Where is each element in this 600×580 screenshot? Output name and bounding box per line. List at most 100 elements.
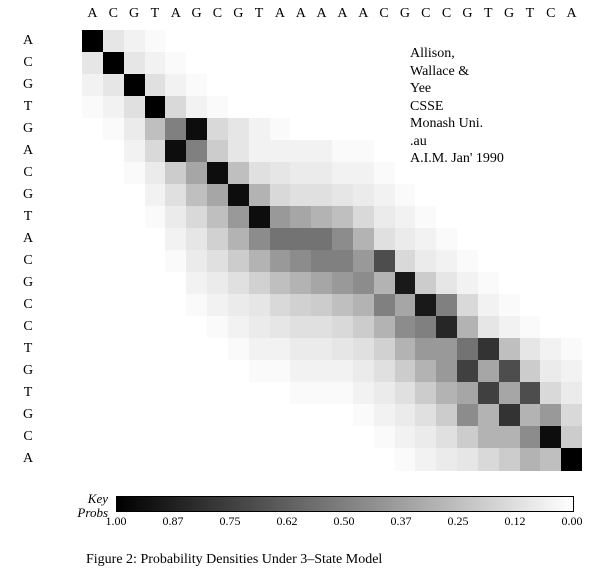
heatmap-cell: [353, 404, 374, 427]
heatmap-cell: [353, 448, 374, 471]
heatmap-cell: [270, 184, 291, 207]
heatmap-cell: [332, 96, 353, 119]
x-tick-label: G: [192, 6, 202, 22]
heatmap-cell: [311, 118, 332, 141]
heatmap-cell: [332, 140, 353, 163]
heatmap-cell: [415, 360, 436, 383]
heatmap-cell: [186, 426, 207, 449]
heatmap-cell: [540, 294, 561, 317]
heatmap-cell: [457, 426, 478, 449]
heatmap-cell: [228, 74, 249, 97]
heatmap-cell: [249, 250, 270, 273]
y-tick-label: G: [20, 363, 36, 379]
heatmap-cell: [186, 250, 207, 273]
heatmap-cell: [478, 448, 499, 471]
heatmap-cell: [520, 426, 541, 449]
heatmap-cell: [436, 404, 457, 427]
heatmap-cell: [290, 140, 311, 163]
y-tick-label: A: [20, 231, 36, 247]
heatmap-cell: [374, 30, 395, 53]
heatmap-cell: [270, 206, 291, 229]
heatmap-cell: [207, 162, 228, 185]
heatmap-cell: [82, 382, 103, 405]
heatmap-cell: [457, 404, 478, 427]
heatmap-cell: [311, 294, 332, 317]
heatmap-cell: [186, 118, 207, 141]
heatmap-cell: [165, 162, 186, 185]
heatmap-cell: [228, 338, 249, 361]
x-tick-label: G: [400, 6, 410, 22]
y-tick-label: G: [20, 275, 36, 291]
heatmap-cell: [353, 382, 374, 405]
heatmap-cell: [165, 272, 186, 295]
heatmap-cell: [478, 206, 499, 229]
heatmap-cell: [186, 272, 207, 295]
heatmap-cell: [145, 184, 166, 207]
heatmap-cell: [186, 30, 207, 53]
colorbar-title-line1: Key: [88, 491, 108, 506]
figure-stage: ACGTAGCGTAAAAACGCCGTGTCA ACGTGACGTACGCCT…: [0, 0, 600, 580]
heatmap-cell: [228, 448, 249, 471]
heatmap-cell: [207, 426, 228, 449]
heatmap-cell: [145, 140, 166, 163]
heatmap-cell: [540, 228, 561, 251]
heatmap-cell: [457, 272, 478, 295]
heatmap-cell: [436, 206, 457, 229]
heatmap-cell: [82, 96, 103, 119]
heatmap-cell: [165, 52, 186, 75]
colorbar-tick-label: 1.00: [106, 514, 127, 529]
x-tick-label: T: [255, 6, 264, 22]
heatmap-cell: [540, 272, 561, 295]
x-tick-label: A: [296, 6, 306, 22]
y-tick-label: C: [20, 165, 36, 181]
heatmap-cell: [415, 294, 436, 317]
heatmap-cell: [561, 228, 582, 251]
heatmap-cell: [395, 250, 416, 273]
heatmap-cell: [124, 184, 145, 207]
heatmap-cell: [270, 294, 291, 317]
heatmap-cell: [228, 250, 249, 273]
y-tick-label: T: [20, 341, 36, 357]
heatmap-cell: [353, 360, 374, 383]
heatmap-cell: [249, 316, 270, 339]
heatmap-cell: [249, 140, 270, 163]
heatmap-cell: [436, 272, 457, 295]
heatmap-cell: [124, 228, 145, 251]
heatmap-cell: [186, 382, 207, 405]
heatmap-cell: [207, 74, 228, 97]
heatmap-cell: [103, 96, 124, 119]
heatmap-cell: [332, 404, 353, 427]
heatmap-cell: [124, 404, 145, 427]
heatmap-cell: [82, 338, 103, 361]
heatmap-cell: [165, 382, 186, 405]
heatmap-cell: [311, 316, 332, 339]
attrib-line: .au: [410, 133, 570, 151]
heatmap-cell: [124, 250, 145, 273]
heatmap-cell: [353, 184, 374, 207]
heatmap-cell: [270, 118, 291, 141]
attribution-block: Allison, Wallace & Yee CSSE Monash Uni. …: [410, 45, 570, 168]
heatmap-cell: [290, 74, 311, 97]
heatmap-cell: [457, 360, 478, 383]
heatmap-cell: [270, 382, 291, 405]
heatmap-cell: [478, 404, 499, 427]
heatmap-cell: [499, 360, 520, 383]
heatmap-cell: [311, 250, 332, 273]
heatmap-cell: [270, 162, 291, 185]
heatmap-cell: [374, 74, 395, 97]
colorbar-tick-label: 0.75: [220, 514, 241, 529]
heatmap-cell: [290, 448, 311, 471]
heatmap-cell: [332, 426, 353, 449]
heatmap-cell: [436, 338, 457, 361]
x-tick-label: T: [484, 6, 493, 22]
heatmap-cell: [290, 52, 311, 75]
heatmap-cell: [332, 382, 353, 405]
heatmap-cell: [353, 118, 374, 141]
heatmap-cell: [207, 448, 228, 471]
heatmap-cell: [124, 162, 145, 185]
heatmap-cell: [374, 140, 395, 163]
heatmap-cell: [415, 250, 436, 273]
heatmap-cell: [561, 206, 582, 229]
heatmap-cell: [395, 426, 416, 449]
heatmap-cell: [249, 184, 270, 207]
